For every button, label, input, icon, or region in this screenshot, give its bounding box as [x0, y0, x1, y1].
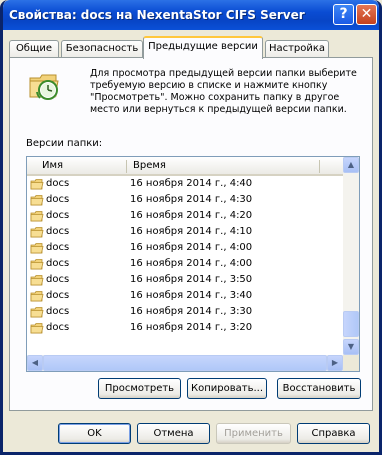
row-name: docs — [46, 258, 70, 269]
row-time: 16 ноября 2014 г., 3:30 — [130, 306, 253, 317]
tab-panel: Для просмотра предыдущей версии папки вы… — [9, 57, 373, 411]
restore-button[interactable]: Восстановить — [277, 378, 361, 399]
column-separator[interactable] — [126, 160, 127, 173]
title-bar[interactable]: Свойства: docs на NexentaStor CIFS Serve… — [3, 0, 379, 30]
list-row[interactable]: docs 16 ноября 2014 г., 3:20 — [27, 320, 343, 336]
folder-icon — [30, 225, 44, 239]
list-row[interactable]: docs 16 ноября 2014 г., 3:40 — [27, 288, 343, 304]
row-name: docs — [46, 210, 70, 221]
list-rows: docs 16 ноября 2014 г., 4:40 docs 16 ноября… — [27, 176, 343, 336]
row-time: 16 ноября 2014 г., 4:40 — [130, 178, 253, 189]
list-row[interactable]: docs 16 ноября 2014 г., 4:00 — [27, 240, 343, 256]
row-time: 16 ноября 2014 г., 3:20 — [130, 322, 253, 333]
window-title: Свойства: docs на NexentaStor CIFS Serve… — [9, 8, 309, 22]
tab-security[interactable]: Безопасность — [61, 40, 143, 58]
folder-icon — [30, 257, 44, 271]
horizontal-scroll-thumb[interactable] — [43, 355, 327, 371]
row-time: 16 ноября 2014 г., 3:40 — [130, 290, 253, 301]
list-row[interactable]: docs 16 ноября 2014 г., 4:30 — [27, 192, 343, 208]
column-header-name[interactable]: Имя — [42, 160, 63, 171]
scroll-down-icon[interactable]: ▼ — [343, 339, 359, 355]
folder-icon — [30, 273, 44, 287]
row-name: docs — [46, 290, 70, 301]
folder-icon — [30, 305, 44, 319]
view-button[interactable]: Просмотреть — [98, 378, 181, 399]
ok-button[interactable]: OK — [58, 423, 131, 444]
versions-list[interactable]: Имя Время docs 16 ноября 2014 г., 4:40 doc… — [26, 156, 360, 372]
scroll-up-icon[interactable]: ▲ — [343, 157, 359, 173]
apply-button[interactable]: Применить — [216, 423, 291, 444]
folder-icon — [30, 193, 44, 207]
row-name: docs — [46, 274, 70, 285]
folder-history-icon — [29, 74, 59, 100]
row-time: 16 ноября 2014 г., 4:30 — [130, 194, 253, 205]
row-time: 16 ноября 2014 г., 3:50 — [130, 274, 253, 285]
row-name: docs — [46, 242, 70, 253]
properties-dialog: Свойства: docs на NexentaStor CIFS Serve… — [0, 0, 382, 455]
horizontal-scrollbar[interactable]: ◀ ▶ — [27, 355, 343, 371]
tab-general[interactable]: Общие — [9, 40, 59, 58]
folder-icon — [30, 209, 44, 223]
row-name: docs — [46, 226, 70, 237]
row-time: 16 ноября 2014 г., 4:10 — [130, 226, 253, 237]
row-name: docs — [46, 306, 70, 317]
help-icon[interactable]: ? — [333, 4, 354, 25]
list-header: Имя Время — [27, 157, 343, 176]
row-time: 16 ноября 2014 г., 4:20 — [130, 210, 253, 221]
tab-strip: Общие Безопасность Предыдущие версии Нас… — [9, 36, 373, 59]
column-header-time[interactable]: Время — [133, 160, 166, 171]
folder-icon — [30, 321, 44, 335]
close-icon[interactable]: ✕ — [356, 4, 377, 25]
list-row[interactable]: docs 16 ноября 2014 г., 4:20 — [27, 208, 343, 224]
folder-icon — [30, 289, 44, 303]
row-name: docs — [46, 194, 70, 205]
row-name: docs — [46, 178, 70, 189]
list-row[interactable]: docs 16 ноября 2014 г., 4:10 — [27, 224, 343, 240]
tab-previous-versions[interactable]: Предыдущие версии — [143, 36, 263, 59]
list-row[interactable]: docs 16 ноября 2014 г., 3:30 — [27, 304, 343, 320]
scroll-right-icon[interactable]: ▶ — [327, 355, 343, 371]
row-time: 16 ноября 2014 г., 4:00 — [130, 258, 253, 269]
list-row[interactable]: docs 16 ноября 2014 г., 4:00 — [27, 256, 343, 272]
row-time: 16 ноября 2014 г., 4:00 — [130, 242, 253, 253]
folder-icon — [30, 177, 44, 191]
cancel-button[interactable]: Отмена — [137, 423, 210, 444]
vertical-scroll-thumb[interactable] — [343, 311, 359, 337]
vertical-scrollbar[interactable]: ▲ ▼ — [343, 157, 359, 355]
description-text: Для просмотра предыдущей версии папки вы… — [90, 68, 357, 115]
list-row[interactable]: docs 16 ноября 2014 г., 4:40 — [27, 176, 343, 192]
row-name: docs — [46, 322, 70, 333]
scroll-corner — [343, 355, 359, 371]
help-button[interactable]: Справка — [297, 423, 370, 444]
scroll-left-icon[interactable]: ◀ — [27, 355, 43, 371]
list-row[interactable]: docs 16 ноября 2014 г., 3:50 — [27, 272, 343, 288]
list-caption: Версии папки: — [26, 138, 103, 149]
tab-customize[interactable]: Настройка — [265, 40, 329, 58]
folder-icon — [30, 241, 44, 255]
column-separator[interactable] — [319, 160, 320, 173]
copy-button[interactable]: Копировать... — [187, 378, 267, 399]
